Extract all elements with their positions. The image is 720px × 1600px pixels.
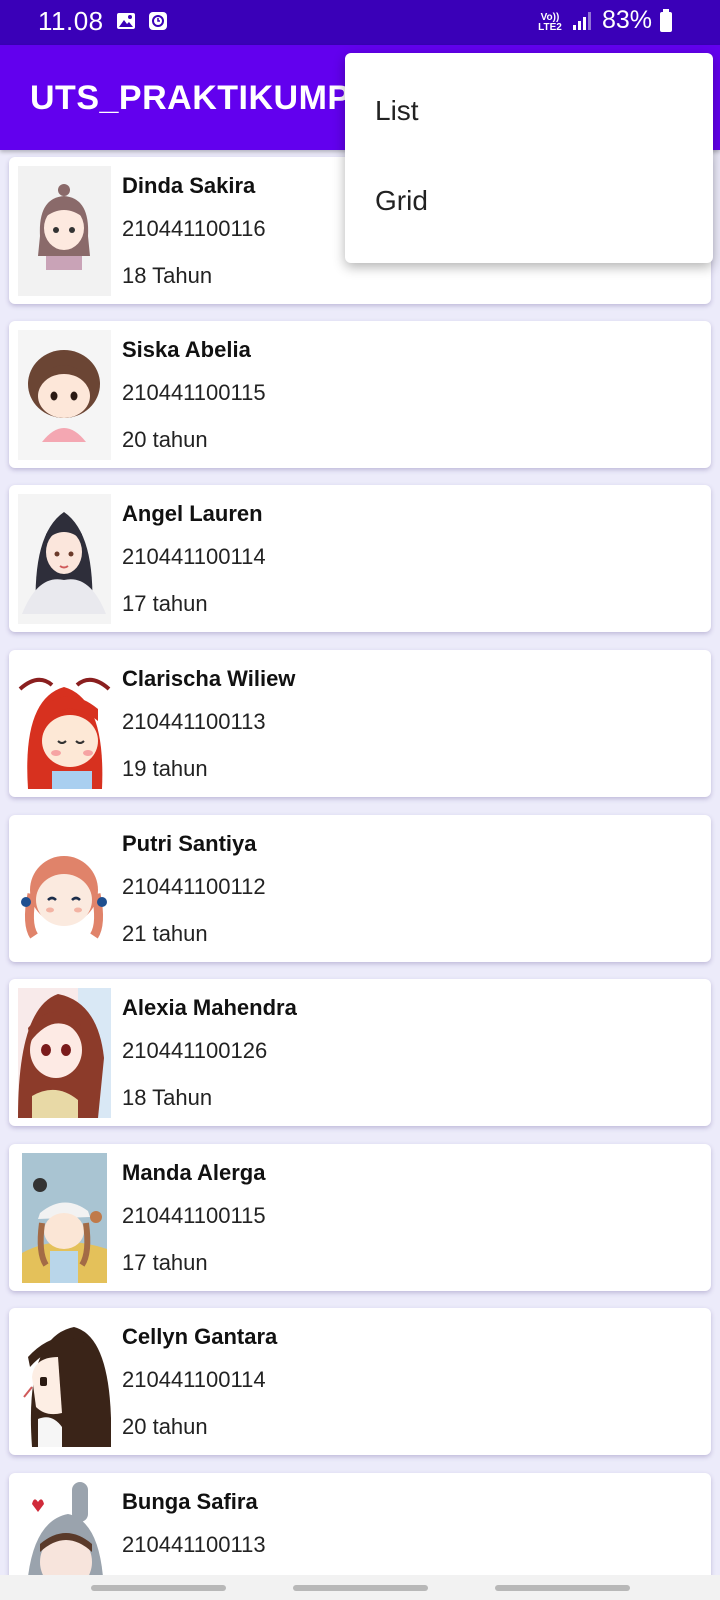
student-name: Alexia Mahendra xyxy=(122,995,297,1020)
student-nim: 210441100113 xyxy=(122,709,266,734)
student-age: 17 tahun xyxy=(122,1250,208,1275)
student-name: Cellyn Gantara xyxy=(122,1324,278,1349)
student-age: 19 tahun xyxy=(122,756,208,781)
student-age: 20 tahun xyxy=(122,427,208,452)
volte-lte-indicator: Vo)) LTE2 xyxy=(538,11,562,33)
student-nim: 210441100114 xyxy=(122,544,266,569)
avatar-dark-bangs-side xyxy=(18,1317,111,1447)
student-nim: 210441100126 xyxy=(122,1038,268,1063)
avatar-long-black-hair xyxy=(18,494,111,624)
list-item[interactable]: Clarischa Wiliew 210441100113 19 tahun xyxy=(9,650,711,797)
clock-app-icon xyxy=(149,12,167,30)
status-bar: 11.08 Vo)) LTE2 83% xyxy=(0,0,720,45)
student-nim: 210441100114 xyxy=(122,1367,266,1392)
student-list[interactable]: Dinda Sakira 210441100116 18 Tahun Siska… xyxy=(0,150,720,1575)
student-nim: 210441100115 xyxy=(122,380,266,405)
avatar-bunny-hood xyxy=(18,1482,111,1575)
signal-icon xyxy=(572,11,591,30)
battery-percentage: 83% xyxy=(601,6,652,34)
student-nim: 210441100116 xyxy=(122,216,266,241)
menu-item-grid[interactable]: Grid xyxy=(345,143,713,233)
avatar-bob-hair-pink-shirt xyxy=(18,330,111,460)
app-title: UTS_PRAKTIKUMPAB xyxy=(30,79,399,117)
student-name: Manda Alerga xyxy=(122,1160,266,1185)
avatar-red-pigtails xyxy=(18,659,111,789)
status-time: 11.08 xyxy=(38,6,104,36)
avatar-girl-white-cap xyxy=(18,1153,111,1283)
menu-item-label: Grid xyxy=(375,185,428,216)
student-name: Putri Santiya xyxy=(122,831,257,856)
overflow-menu: List Grid xyxy=(345,53,713,263)
menu-item-list[interactable]: List xyxy=(345,53,713,143)
list-item[interactable]: Cellyn Gantara 210441100114 20 tahun xyxy=(9,1308,711,1455)
student-name: Dinda Sakira xyxy=(122,173,256,198)
list-item[interactable]: Bunga Safira 210441100113 xyxy=(9,1473,711,1575)
student-nim: 210441100112 xyxy=(122,874,266,899)
status-right: Vo)) LTE2 83% xyxy=(536,6,672,35)
notification-icons xyxy=(116,11,168,31)
avatar-anime-brown-hair xyxy=(18,988,111,1118)
student-age: 20 tahun xyxy=(122,1414,208,1439)
list-item[interactable]: Siska Abelia 210441100115 20 tahun xyxy=(9,321,711,468)
list-item[interactable]: Angel Lauren 210441100114 17 tahun xyxy=(9,485,711,632)
student-nim: 210441100113 xyxy=(122,1532,266,1557)
student-age: 18 Tahun xyxy=(122,1085,213,1110)
gallery-icon xyxy=(117,13,135,29)
list-item[interactable]: Alexia Mahendra 210441100126 18 Tahun xyxy=(9,979,711,1126)
menu-item-label: List xyxy=(375,95,419,126)
list-item[interactable]: Manda Alerga 210441100115 17 tahun xyxy=(9,1144,711,1291)
navigation-bar xyxy=(0,1575,720,1600)
student-nim: 210441100115 xyxy=(122,1203,266,1228)
student-name: Siska Abelia xyxy=(122,337,251,362)
nav-recents-handle[interactable] xyxy=(91,1585,226,1591)
avatar-brown-hair-bun xyxy=(18,166,111,296)
student-age: 21 tahun xyxy=(122,921,208,946)
battery-icon xyxy=(660,8,672,32)
student-name: Angel Lauren xyxy=(122,501,263,526)
list-item[interactable]: Putri Santiya 210441100112 21 tahun xyxy=(9,815,711,962)
student-age: 18 Tahun xyxy=(122,263,213,288)
student-name: Bunga Safira xyxy=(122,1489,258,1514)
avatar-orange-braids xyxy=(18,824,111,954)
student-age: 17 tahun xyxy=(122,591,208,616)
nav-home-handle[interactable] xyxy=(293,1585,428,1591)
nav-back-handle[interactable] xyxy=(495,1585,630,1591)
student-name: Clarischa Wiliew xyxy=(122,666,296,691)
